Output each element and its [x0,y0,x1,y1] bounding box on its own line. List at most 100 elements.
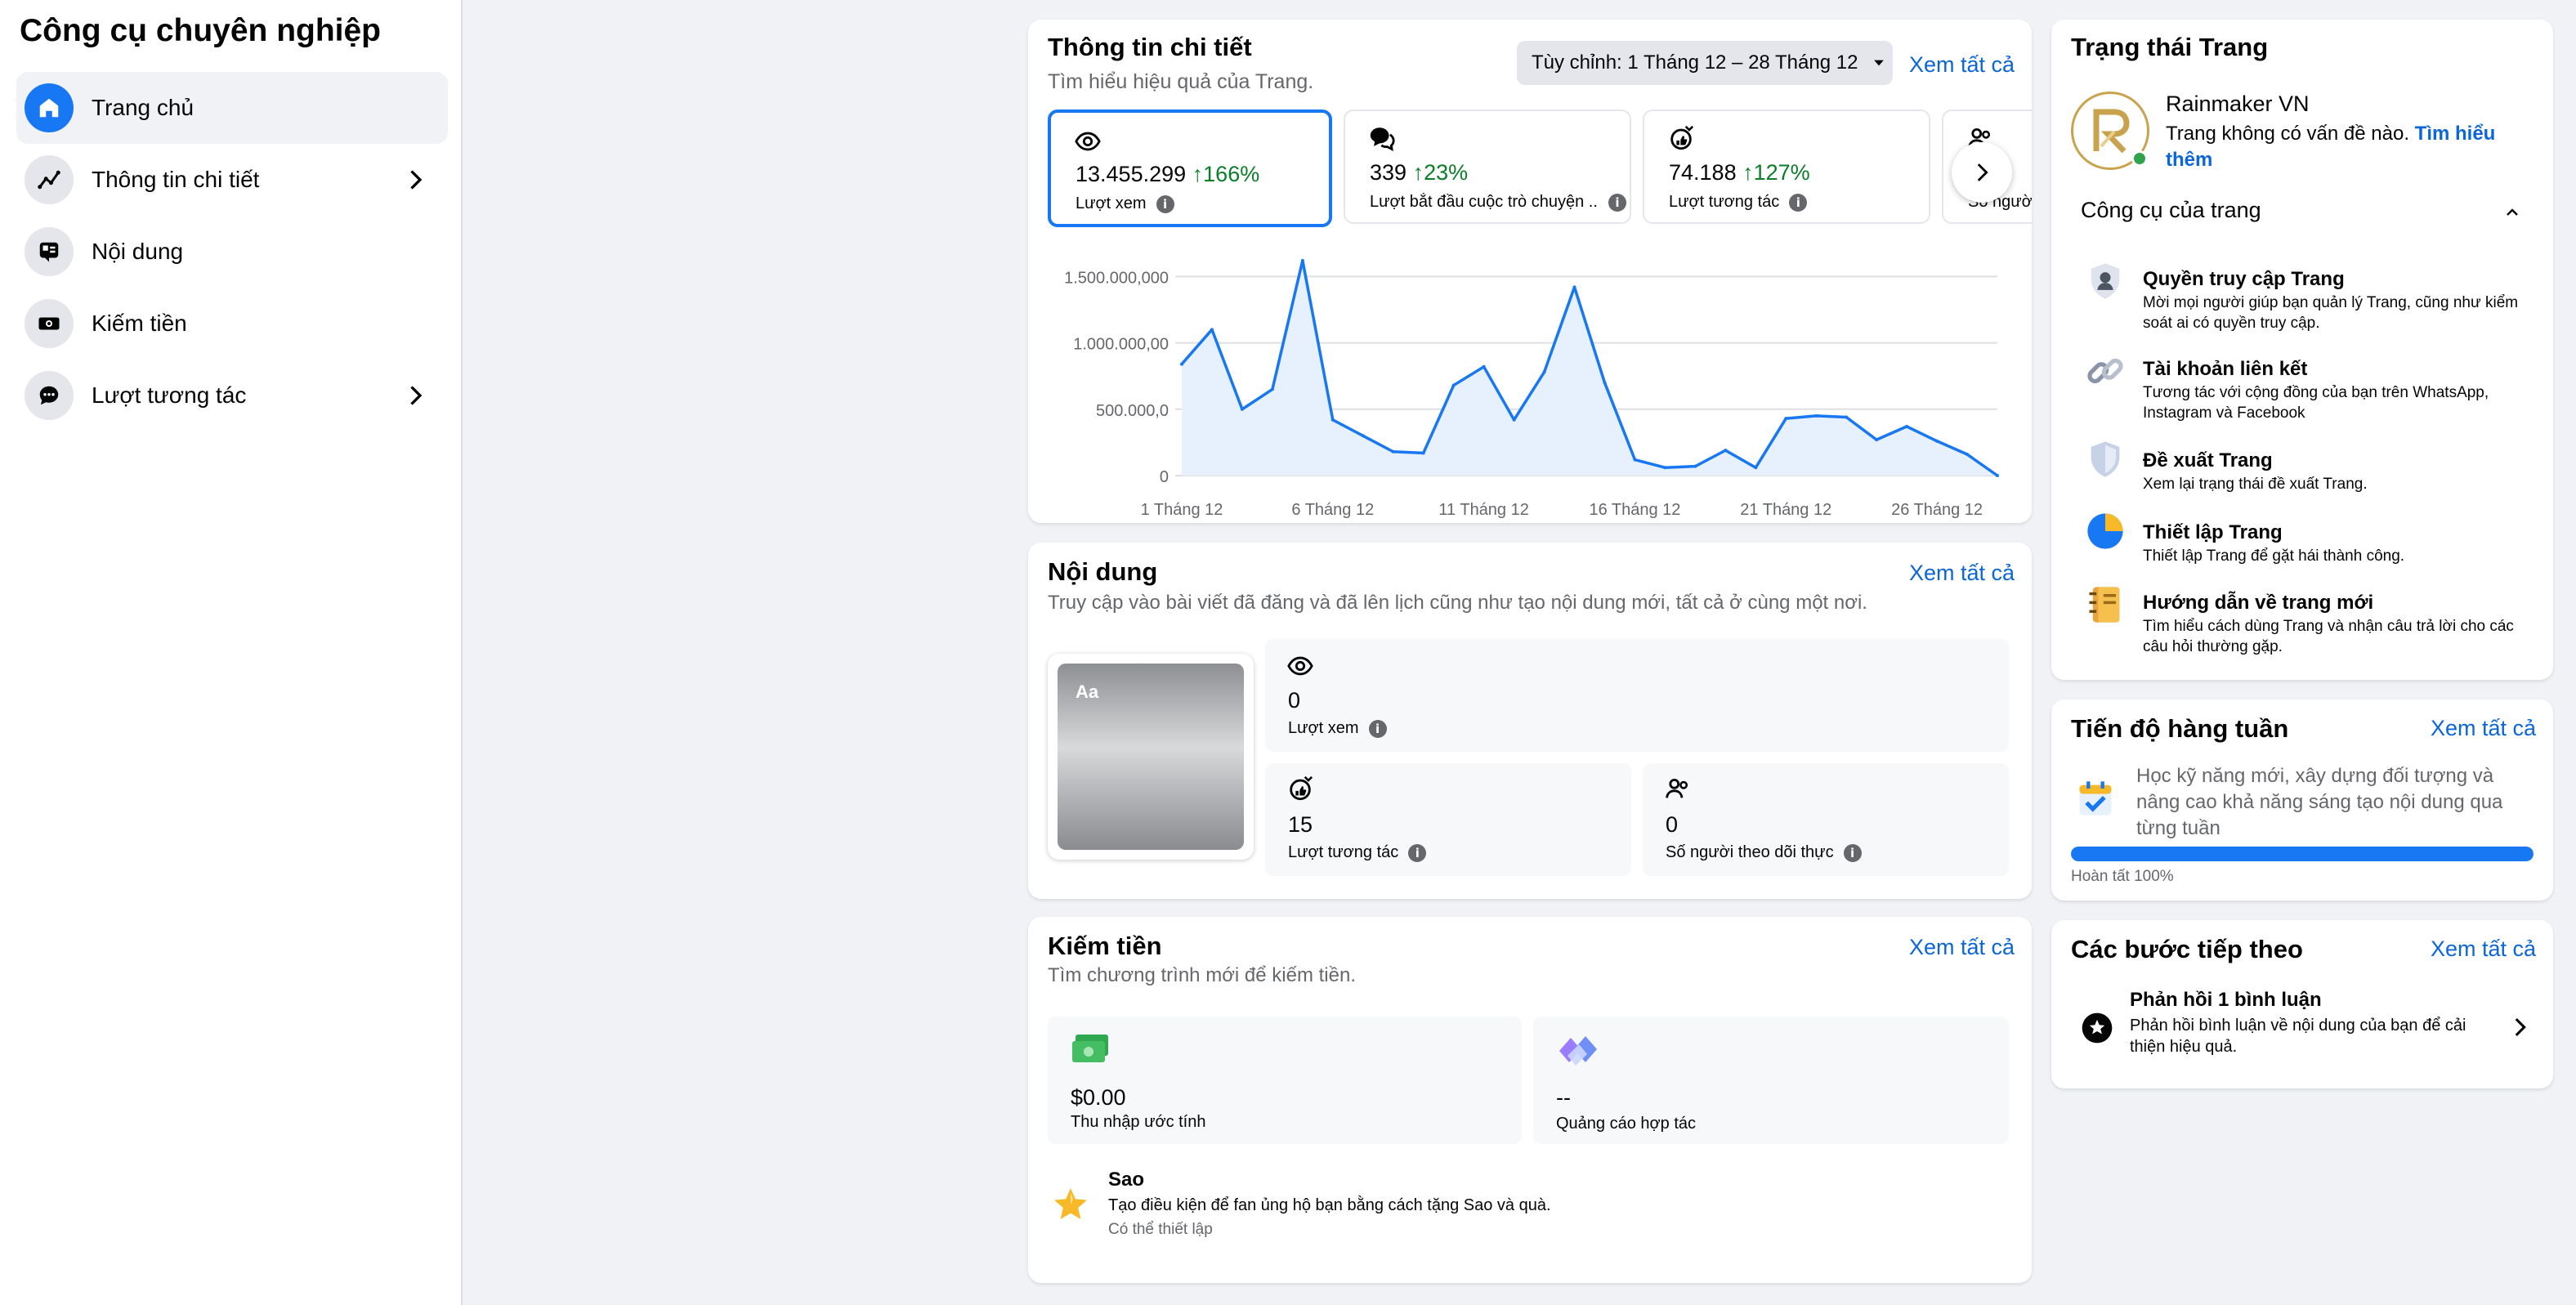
tool-item-page-recommendation[interactable]: Đề xuất Trang Xem lại trạng thái đề xuất… [2051,430,2553,495]
cash-icon [1071,1033,1111,1066]
insights-see-all-link[interactable]: Xem tất cả [1909,52,2015,78]
progress-bar [2071,847,2534,861]
interaction-icon [1286,775,1314,802]
insights-chart: 0 500.000,0 1.000.000,00 1.500.000,000 1 Thá… [1064,258,1999,518]
sidebar-item-home[interactable]: Trang chủ [16,72,448,144]
stars-row[interactable]: Sao Tạo điều kiện để fan ủng hộ bạn bằng… [1048,1167,2009,1257]
content-interactions-value: 15 [1288,812,1313,837]
chart-point [1663,466,1667,470]
home-icon [25,83,74,132]
next-steps-card: Các bước tiếp theo Xem tất cả Phản hồi 1… [2051,920,2553,1088]
messages-icon [1368,124,1396,152]
metric-card-interactions[interactable]: 74.188 ↑127% Lượt tương tác i [1643,109,1930,224]
page-name[interactable]: Rainmaker VN [2166,92,2310,117]
chart-point [1512,418,1516,422]
chart-point [1966,453,1970,457]
chart-y-tick-label: 0 [1160,468,1169,486]
tools-header[interactable]: Công cụ của trang [2081,198,2538,230]
weekly-progress-desc: Học kỹ năng mới, xây dựng đối tượng và n… [2136,765,2503,839]
stars-status: Có thể thiết lập [1108,1221,1213,1238]
metrics-next-button[interactable] [1952,142,2012,203]
sidebar-item-content[interactable]: Nội dung [16,216,448,288]
chart-point [1330,418,1335,422]
followers-icon [1664,775,1692,802]
partnership-ads-box[interactable]: -- Quảng cáo hợp tác [1533,1017,2009,1144]
tool-item-linked-accounts[interactable]: Tài khoản liên kết Tương tác với cộng đồ… [2051,338,2553,422]
content-followers-box: 0 Số người theo dõi thực i [1643,763,2009,876]
chart-point [1542,370,1546,374]
sidebar-item-interactions[interactable]: Lượt tương tác [16,360,448,431]
partnership-value: -- [1556,1085,1571,1110]
page-online-dot [2131,150,2148,167]
info-icon[interactable]: i [1156,194,1174,213]
tool-item-page-access[interactable]: Quyền truy cập Trang Mời mọi người giúp … [2051,248,2553,332]
next-steps-see-all-link[interactable]: Xem tất cả [2431,936,2536,962]
metric-change: ↑127% [1742,160,1810,185]
chart-y-tick-label: 1.000.000,00 [1073,336,1169,354]
chart-point [1814,413,1818,418]
learn-more-link-cont[interactable]: thêm [2166,149,2212,171]
chart-point [1391,449,1395,454]
content-views-label: Lượt xem i [1288,719,1387,738]
chevron-right-icon [1968,159,1996,186]
metric-number: 74.188 [1669,160,1737,185]
sidebar-title: Công cụ chuyên nghiệp [20,13,382,48]
chevron-right-icon [400,165,430,194]
page-status-card: Trạng thái Trang Rainmaker VN Trang khôn… [2051,20,2553,680]
weekly-progress-see-all-link[interactable]: Xem tất cả [2431,716,2536,741]
stat-label-text: Lượt tương tác [1288,843,1399,861]
date-range-dropdown[interactable]: Tùy chỉnh: 1 Tháng 12 – 28 Tháng 12 [1517,41,1893,85]
chart-area-fill [1182,260,1997,476]
metric-change: ↑166% [1192,162,1260,186]
chart-point [1754,466,1758,470]
tool-desc: Tương tác với cộng đồng của bạn trên Wha… [2143,384,2489,422]
content-title: Nội dung [1048,557,1158,586]
next-step-desc: Phản hồi bình luận về nội dung của bạn đ… [2130,1017,2466,1056]
chart-point [1180,362,1183,366]
tool-item-new-page-guide[interactable]: Hướng dẫn về trang mới Tìm hiểu cách dùn… [2051,572,2553,662]
stat-label-text: Số người theo dõi thực [1666,843,1834,861]
chart-point [1270,387,1274,391]
tool-desc: Mời mọi người giúp bạn quản lý Trang, cũ… [2143,294,2519,332]
metric-label-text: Lượt tương tác [1669,193,1780,211]
page-status-text: Trang không có vấn đề nào. Tìm hiểu thêm [2166,121,2542,173]
learn-more-link[interactable]: Tìm hiểu [2415,123,2496,145]
eye-icon [1074,127,1102,155]
chart-point [1482,364,1486,369]
tool-desc: Tìm hiểu cách dùng Trang và nhận câu trả… [2143,618,2514,655]
sidebar-item-monetization[interactable]: Kiếm tiền [16,288,448,360]
metric-value: 339 ↑23% [1370,160,1468,185]
weekly-progress-card: Tiến độ hàng tuần Xem tất cả Học kỹ năng… [2051,699,2553,901]
info-icon[interactable]: i [1843,843,1862,862]
next-step-item[interactable]: Phản hồi 1 bình luận Phản hồi bình luận … [2051,985,2553,1075]
chart-y-tick-label: 1.500.000,000 [1064,269,1169,287]
chart-x-tick-label: 6 Tháng 12 [1291,501,1374,518]
tool-title: Thiết lập Trang [2143,521,2283,543]
thumbnail-text: Aa [1076,682,1099,702]
chart-point [1905,424,1909,428]
monetization-see-all-link[interactable]: Xem tất cả [1909,935,2015,960]
chart-point [1693,464,1697,468]
notebook-icon [2084,583,2127,626]
content-see-all-link[interactable]: Xem tất cả [1909,561,2015,586]
tool-title: Tài khoản liên kết [2143,358,2308,380]
chat-bubble-icon [25,371,74,420]
post-thumbnail[interactable]: Aa [1048,654,1254,860]
info-icon[interactable]: i [1608,193,1626,212]
earnings-box[interactable]: $0.00 Thu nhập ước tính [1048,1017,1522,1144]
status-message: Trang không có vấn đề nào. [2166,123,2409,145]
chart-point [1572,285,1576,289]
info-icon[interactable]: i [1789,193,1808,212]
metric-label-text: Lượt bắt đầu cuộc trò chuyện ... [1370,193,1599,211]
next-step-title: Phản hồi 1 bình luận [2130,989,2322,1011]
info-icon[interactable]: i [1368,719,1387,738]
sidebar-item-insights[interactable]: Thông tin chi tiết [16,144,448,216]
tool-title: Hướng dẫn về trang mới [2143,592,2374,614]
comment-star-icon [2079,1010,2115,1046]
content-followers-value: 0 [1666,812,1679,837]
metric-card-views[interactable]: 13.455.299 ↑166% Lượt xem i [1048,109,1332,227]
tool-item-page-setup[interactable]: Thiết lập Trang Thiết lập Trang để gặt h… [2051,502,2553,567]
metric-card-conversations[interactable]: 339 ↑23% Lượt bắt đầu cuộc trò chuyện ..… [1344,109,1631,224]
chart-x-tick-label: 11 Tháng 12 [1438,501,1528,518]
info-icon[interactable]: i [1408,843,1427,862]
